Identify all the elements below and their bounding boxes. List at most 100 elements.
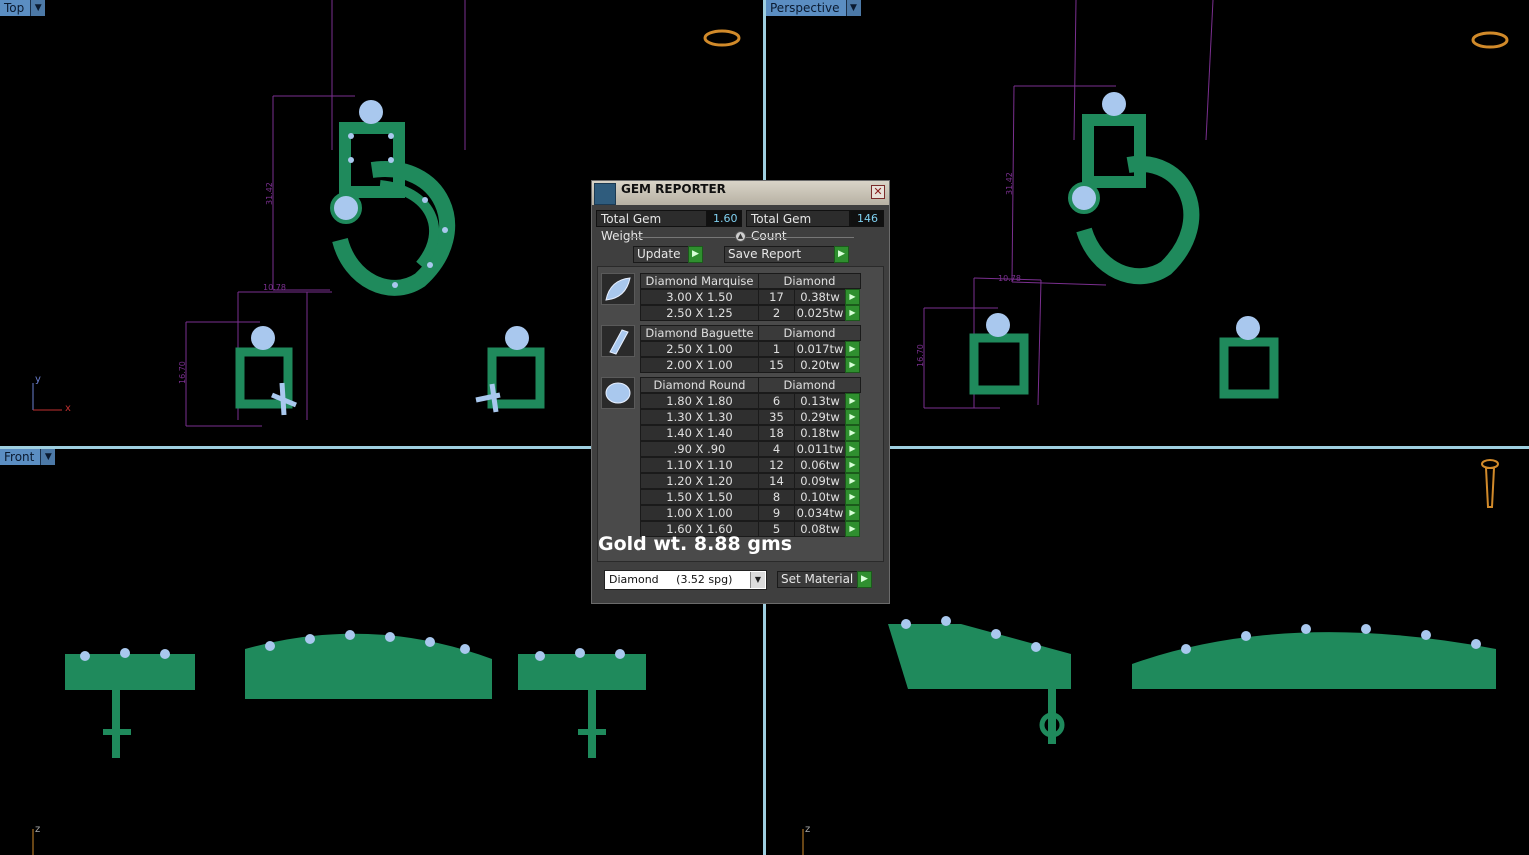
gem-size-cell: 1.80 X 1.80 xyxy=(640,393,759,409)
chevron-down-icon[interactable]: ▼ xyxy=(40,449,56,465)
row-go-button[interactable]: ▶ xyxy=(845,457,860,473)
gem-weight-cell: 0.10tw xyxy=(794,489,846,505)
gem-material-header: Diamond xyxy=(758,325,861,341)
view-cube-icon[interactable] xyxy=(1471,31,1509,49)
baguette-gem-icon[interactable] xyxy=(601,325,635,357)
viewport-label-front[interactable]: Front ▼ xyxy=(0,449,56,465)
viewport-name: Perspective xyxy=(766,0,846,16)
gem-shape-header: Diamond Baguette xyxy=(640,325,759,341)
gem-count-cell: 35 xyxy=(758,409,795,425)
gem-reporter-dialog: GEM REPORTER ✕ Total Gem Weight 1.60 Tot… xyxy=(591,180,890,604)
marquise-gem-icon[interactable] xyxy=(601,273,635,305)
earring-model-right xyxy=(475,326,545,413)
chevron-down-icon[interactable]: ▼ xyxy=(30,0,46,16)
pendant-model xyxy=(330,100,456,296)
earring-front-left xyxy=(65,654,195,758)
set-material-button-label: Set Material xyxy=(781,572,854,586)
gem-size-cell: 2.50 X 1.25 xyxy=(640,305,759,321)
earring-side xyxy=(888,624,1071,744)
row-go-button[interactable]: ▶ xyxy=(845,305,860,321)
gem-weight-cell: 0.09tw xyxy=(794,473,846,489)
gem-count-cell: 2 xyxy=(758,305,795,321)
gem-weight-cell: 0.025tw xyxy=(794,305,846,321)
total-gem-weight-value: 1.60 xyxy=(706,210,742,227)
viewport-label-top[interactable]: Top ▼ xyxy=(0,0,46,16)
row-go-button[interactable]: ▶ xyxy=(845,393,860,409)
round-gem-icon[interactable] xyxy=(601,377,635,409)
row-go-button[interactable]: ▶ xyxy=(845,521,860,537)
gem-weight-cell: 0.08tw xyxy=(794,521,846,537)
gem-size-cell: 3.00 X 1.50 xyxy=(640,289,759,305)
dim-label-width: 10.78 xyxy=(263,283,286,292)
row-go-button[interactable]: ▶ xyxy=(845,441,860,457)
earring-model-left xyxy=(235,326,297,416)
row-go-button[interactable]: ▶ xyxy=(845,409,860,425)
dim-label-small: 16.70 xyxy=(178,361,187,384)
gem-shape-header: Diamond Round xyxy=(640,377,759,393)
gem-count-cell: 6 xyxy=(758,393,795,409)
dialog-titlebar[interactable]: GEM REPORTER ✕ xyxy=(592,181,889,205)
pendant-side xyxy=(1132,632,1496,689)
gem-count-cell: 9 xyxy=(758,505,795,521)
row-go-button[interactable]: ▶ xyxy=(845,357,860,373)
dialog-title: GEM REPORTER xyxy=(621,182,726,196)
gem-count-cell: 12 xyxy=(758,457,795,473)
gem-size-cell: 2.00 X 1.00 xyxy=(640,357,759,373)
gem-size-cell: 1.00 X 1.00 xyxy=(640,505,759,521)
gem-count-cell: 17 xyxy=(758,289,795,305)
gem-size-cell: 2.50 X 1.00 xyxy=(640,341,759,357)
total-gem-count-label: Total Gem Count xyxy=(746,210,850,243)
update-button[interactable]: Update ▶ xyxy=(633,246,703,263)
gem-count-cell: 14 xyxy=(758,473,795,489)
axis-y-label: y xyxy=(35,374,41,385)
gem-size-cell: 1.40 X 1.40 xyxy=(640,425,759,441)
collapse-knob-icon[interactable]: ▲ xyxy=(735,231,746,242)
gem-shape-header: Diamond Marquise xyxy=(640,273,759,289)
gem-count-cell: 1 xyxy=(758,341,795,357)
gem-size-cell: .90 X .90 xyxy=(640,441,759,457)
gem-size-cell: 1.50 X 1.50 xyxy=(640,489,759,505)
gem-weight-cell: 0.017tw xyxy=(794,341,846,357)
earring-model-right xyxy=(1219,316,1279,399)
axis-z-label: z xyxy=(805,824,810,835)
total-gem-count-value: 146 xyxy=(850,210,884,227)
earring-model-left xyxy=(969,313,1029,395)
gem-list-panel: Diamond Marquise Diamond 3.00 X 1.50 17 … xyxy=(597,266,884,562)
pendant-front xyxy=(245,633,492,699)
gem-weight-cell: 0.20tw xyxy=(794,357,846,373)
dim-label-width: 10.78 xyxy=(998,274,1021,283)
row-go-button[interactable]: ▶ xyxy=(845,489,860,505)
chevron-down-icon[interactable]: ▼ xyxy=(750,572,765,588)
gem-count-cell: 4 xyxy=(758,441,795,457)
gem-count-cell: 18 xyxy=(758,425,795,441)
gem-weight-cell: 0.38tw xyxy=(794,289,846,305)
view-cube-icon[interactable] xyxy=(703,29,741,47)
gem-count-cell: 8 xyxy=(758,489,795,505)
gem-size-cell: 1.30 X 1.30 xyxy=(640,409,759,425)
gem-size-cell: 1.10 X 1.10 xyxy=(640,457,759,473)
dimension-lines xyxy=(923,0,1214,409)
set-material-button[interactable]: Set Material ▶ xyxy=(777,571,872,588)
gem-weight-cell: 0.034tw xyxy=(794,505,846,521)
update-button-label: Update xyxy=(637,247,681,261)
chevron-down-icon[interactable]: ▼ xyxy=(845,0,861,16)
viewport-label-perspective[interactable]: Perspective ▼ xyxy=(766,0,861,16)
view-cube-icon[interactable] xyxy=(1481,459,1499,508)
material-select[interactable]: Diamond (3.52 spg) ▼ xyxy=(604,570,767,590)
row-go-button[interactable]: ▶ xyxy=(845,289,860,305)
row-go-button[interactable]: ▶ xyxy=(845,473,860,489)
play-arrow-icon: ▶ xyxy=(834,246,849,263)
gem-reporter-app-icon xyxy=(594,183,616,205)
gem-size-cell: 1.20 X 1.20 xyxy=(640,473,759,489)
row-go-button[interactable]: ▶ xyxy=(845,341,860,357)
play-arrow-icon: ▶ xyxy=(857,571,872,588)
save-report-button[interactable]: Save Report ▶ xyxy=(724,246,849,263)
gem-weight-cell: 0.011tw xyxy=(794,441,846,457)
dim-label-height: 31.42 xyxy=(265,182,274,205)
dimension-lines xyxy=(185,0,466,427)
close-icon[interactable]: ✕ xyxy=(871,185,885,199)
gem-weight-cell: 0.18tw xyxy=(794,425,846,441)
row-go-button[interactable]: ▶ xyxy=(845,425,860,441)
axis-x-label: x xyxy=(65,403,71,414)
row-go-button[interactable]: ▶ xyxy=(845,505,860,521)
